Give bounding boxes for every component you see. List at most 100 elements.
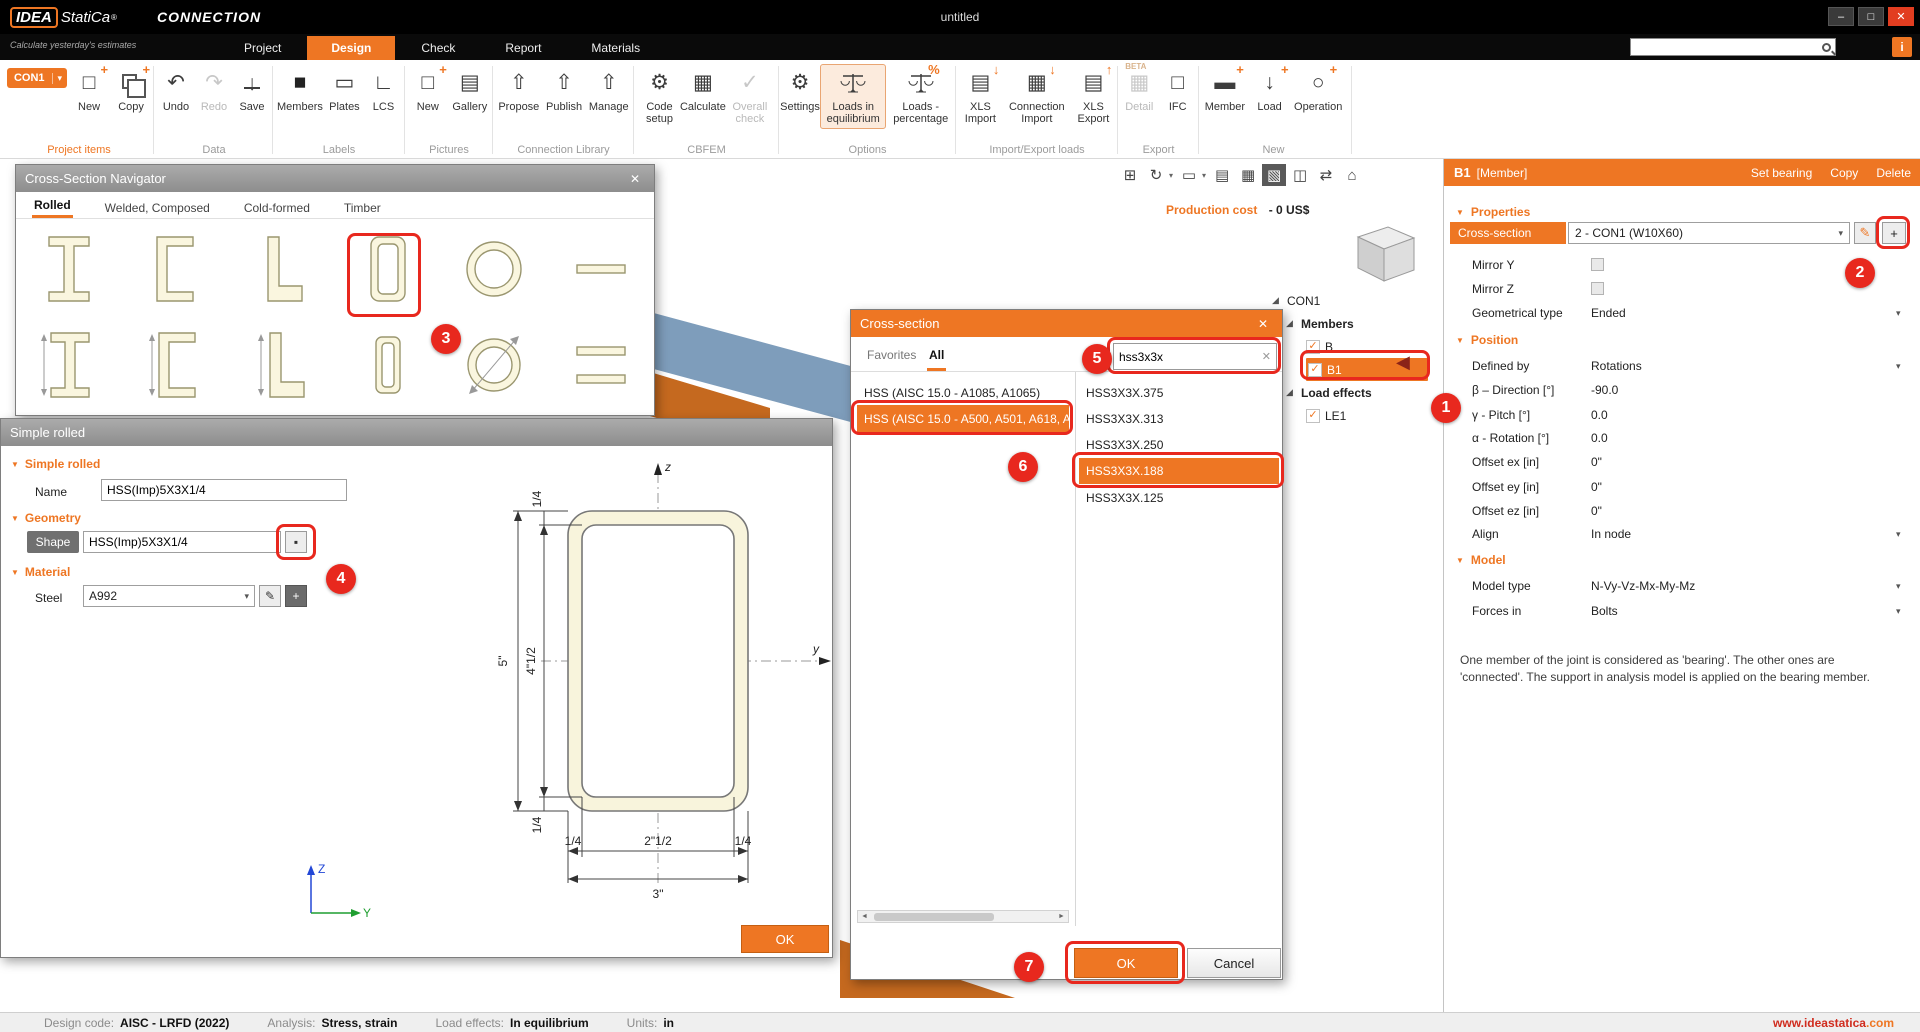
standard-list-item[interactable]: HSS (AISC 15.0 - A1085, A1065)	[857, 380, 1069, 405]
member-b1-checkbox[interactable]: ✓	[1308, 363, 1322, 377]
forces-in-value[interactable]: Bolts	[1591, 604, 1618, 618]
tree-node-le1[interactable]: ✓ LE1	[1272, 404, 1442, 427]
loads-in-equilibrium-button[interactable]: Loads in equilibrium	[820, 64, 886, 129]
tab-check[interactable]: Check	[397, 36, 479, 60]
section-search-input[interactable]	[1119, 350, 1259, 364]
set-bearing-button[interactable]: Set bearing	[1751, 166, 1812, 180]
member-b-checkbox[interactable]: ✓	[1306, 340, 1320, 354]
section-list-item[interactable]: HSS3X3X.125	[1079, 485, 1279, 510]
scroll-right-icon[interactable]: ►	[1055, 911, 1068, 922]
section-model[interactable]: ▼ Model	[1456, 553, 1506, 567]
view-cube[interactable]	[1336, 223, 1422, 287]
ifc-export-button[interactable]: □ IFC	[1160, 64, 1197, 117]
minimize-button[interactable]: –	[1828, 7, 1854, 26]
name-input[interactable]	[101, 479, 347, 501]
section-search-box[interactable]: ✕	[1113, 343, 1277, 370]
plates-labels-button[interactable]: ▭ Plates	[326, 64, 363, 117]
section-list-item[interactable]: HSS3X3X.313	[1079, 406, 1279, 431]
selection-mode-button[interactable]: ▭	[1177, 164, 1201, 186]
cross-section-ok-button[interactable]: OK	[1074, 948, 1178, 978]
expander-icon[interactable]: ◢	[1286, 387, 1296, 398]
scrollbar-thumb[interactable]	[874, 913, 994, 921]
close-icon[interactable]: ✕	[1253, 317, 1273, 331]
tab-materials[interactable]: Materials	[567, 36, 664, 60]
shaded-view-button[interactable]: ▦	[1236, 164, 1260, 186]
mirror-z-checkbox[interactable]	[1591, 282, 1604, 295]
chevron-down-icon[interactable]: ▾	[1169, 171, 1173, 180]
loads-percentage-button[interactable]: % Loads - percentage	[888, 64, 953, 129]
section-position[interactable]: ▼ Position	[1456, 333, 1518, 347]
section-type-channel-dims[interactable]	[122, 317, 228, 413]
gallery-button[interactable]: ▤ Gallery	[450, 64, 490, 117]
save-button[interactable]: ↓ Save	[234, 64, 270, 117]
mirror-y-checkbox[interactable]	[1591, 258, 1604, 271]
code-setup-button[interactable]: ⚙ Code setup	[637, 64, 682, 129]
section-properties[interactable]: ▼ Properties	[1456, 205, 1530, 219]
steel-dropdown[interactable]: A992 ▾	[83, 585, 255, 607]
close-button[interactable]: ✕	[1888, 7, 1914, 26]
solid-view-button[interactable]: ▧	[1262, 164, 1286, 186]
simple-rolled-ok-button[interactable]: OK	[741, 925, 829, 953]
section-type-angle[interactable]	[229, 221, 335, 317]
new-project-item-button[interactable]: □+ New	[69, 64, 109, 117]
fit-view-button[interactable]: ⊞	[1118, 164, 1142, 186]
section-collapse-icon[interactable]: ▼	[11, 460, 19, 469]
clear-search-icon[interactable]: ✕	[1262, 350, 1271, 363]
shape-button[interactable]: Shape	[27, 531, 79, 553]
lcs-button[interactable]: ∟ LCS	[365, 64, 402, 117]
clip-view-button[interactable]: ▤	[1210, 164, 1234, 186]
offset-ey-value[interactable]: 0"	[1591, 480, 1602, 494]
propose-button[interactable]: ⇧ Propose	[496, 64, 542, 117]
publish-button[interactable]: ⇧ Publish	[544, 64, 585, 117]
delete-member-button[interactable]: Delete	[1876, 166, 1911, 180]
add-cross-section-button[interactable]: +	[1882, 222, 1906, 244]
section-type-circular-tube-dims[interactable]	[441, 317, 547, 413]
maximize-button[interactable]: □	[1858, 7, 1884, 26]
new-picture-button[interactable]: □+ New	[408, 64, 448, 117]
chevron-down-icon[interactable]: ▾	[1896, 581, 1901, 592]
info-button[interactable]: i	[1892, 37, 1912, 57]
expander-icon[interactable]: ◢	[1286, 318, 1296, 329]
standard-list-item-selected[interactable]: HSS (AISC 15.0 - A500, A501, A618, A84	[857, 405, 1069, 432]
tab-project[interactable]: Project	[220, 36, 305, 60]
connection-import-button[interactable]: ▦↓ Connection Import	[1004, 64, 1070, 129]
alpha-rotation-value[interactable]: 0.0	[1591, 431, 1608, 445]
align-value[interactable]: In node	[1591, 527, 1631, 541]
le1-checkbox[interactable]: ✓	[1306, 409, 1320, 423]
tab-favorites[interactable]: Favorites	[865, 342, 918, 368]
viewport-3d[interactable]: ⊞ ↻ ▾ ▭ ▾ ▤ ▦ ▧ ◫ ⇄ ⌂ Production cost - …	[0, 159, 1443, 1012]
xls-export-button[interactable]: ▤↑ XLS Export	[1072, 64, 1115, 129]
offset-ex-value[interactable]: 0"	[1591, 455, 1602, 469]
tree-node-member-b[interactable]: ✓ B	[1272, 335, 1442, 358]
edit-shape-button[interactable]: ▪	[285, 531, 307, 553]
section-type-channel[interactable]	[122, 221, 228, 317]
add-material-button[interactable]: +	[285, 585, 307, 607]
cross-section-property-label[interactable]: Cross-section	[1450, 222, 1566, 244]
xls-import-button[interactable]: ▤↓ XLS Import	[959, 64, 1002, 129]
manage-button[interactable]: ⇧ Manage	[587, 64, 631, 117]
tab-report[interactable]: Report	[481, 36, 565, 60]
global-search-input[interactable]	[1635, 41, 1819, 53]
scroll-left-icon[interactable]: ◄	[858, 911, 871, 922]
chevron-down-icon[interactable]: ▾	[1896, 361, 1901, 372]
offset-ez-value[interactable]: 0"	[1591, 504, 1602, 518]
beta-direction-value[interactable]: -90.0	[1591, 383, 1618, 397]
tree-node-members[interactable]: ◢ Members	[1272, 312, 1442, 335]
section-type-rect-tube[interactable]	[335, 221, 441, 317]
global-search-box[interactable]	[1630, 38, 1836, 56]
cross-section-dropdown[interactable]: 2 - CON1 (W10X60) ▾	[1568, 222, 1850, 244]
geometrical-type-value[interactable]: Ended	[1591, 306, 1626, 320]
new-member-button[interactable]: ▬+ Member	[1202, 64, 1248, 117]
members-labels-button[interactable]: ■ Members	[276, 64, 324, 117]
cross-section-cancel-button[interactable]: Cancel	[1187, 948, 1281, 978]
section-type-rails[interactable]	[548, 317, 654, 413]
connection-selector[interactable]: CON1 ▾	[7, 68, 67, 88]
close-icon[interactable]: ✕	[625, 172, 645, 186]
section-type-rect-tube-small[interactable]	[335, 317, 441, 413]
home-view-button[interactable]: ⌂	[1340, 164, 1364, 186]
section-list-item-selected[interactable]: HSS3X3X.188	[1079, 458, 1279, 484]
tree-node-load-effects[interactable]: ◢ Load effects	[1272, 381, 1442, 404]
transparent-view-button[interactable]: ◫	[1288, 164, 1312, 186]
chevron-down-icon[interactable]: ▾	[1896, 606, 1901, 617]
section-list-item[interactable]: HSS3X3X.250	[1079, 432, 1279, 457]
